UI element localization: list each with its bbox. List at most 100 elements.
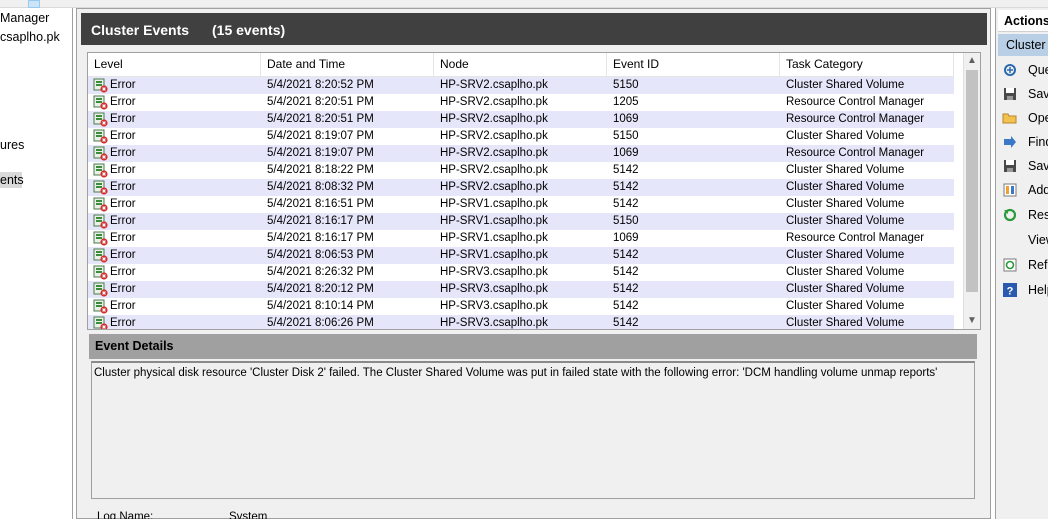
cell-level: Error (110, 96, 136, 108)
error-event-icon (93, 112, 108, 127)
cell-category: Resource Control Manager (786, 147, 925, 159)
cell-category: Cluster Shared Volume (786, 249, 905, 261)
column-header-task-category[interactable]: Task Category (780, 53, 954, 77)
table-header: Level Date and Time Node Event ID Task C… (88, 53, 954, 77)
cell-category: Cluster Shared Volume (786, 215, 905, 227)
cell-node: HP-SRV2.csaplho.pk (440, 113, 548, 125)
error-event-icon (93, 299, 108, 314)
actions-pane: Actions Cluster E Que Save Ope Find Save Add R… (995, 8, 1048, 519)
cell-node: HP-SRV2.csaplho.pk (440, 130, 548, 142)
column-header-event-id[interactable]: Event ID (607, 53, 780, 77)
cell-date: 5/4/2021 8:06:53 PM (267, 249, 374, 261)
table-row[interactable]: Error 5/4/2021 8:20:52 PM HP-SRV2.csaplho.… (88, 77, 954, 94)
toolbar-selected-button[interactable] (28, 0, 40, 8)
cell-level: Error (110, 232, 136, 244)
table-row[interactable]: Error 5/4/2021 8:06:26 PM HP-SRV3.csaplho.… (88, 315, 954, 329)
column-header-node[interactable]: Node (434, 53, 607, 77)
table-row[interactable]: Error 5/4/2021 8:19:07 PM HP-SRV2.csaplho.… (88, 145, 954, 162)
cell-date: 5/4/2021 8:08:32 PM (267, 181, 374, 193)
cell-category: Cluster Shared Volume (786, 130, 905, 142)
scroll-down-icon[interactable]: ▼ (964, 313, 980, 329)
svg-text:?: ? (1007, 286, 1014, 298)
actions-title: Actions (998, 10, 1048, 32)
cell-event-id: 1205 (613, 96, 639, 108)
error-event-icon (93, 180, 108, 195)
cell-node: HP-SRV3.csaplho.pk (440, 266, 548, 278)
error-event-icon (93, 95, 108, 110)
cell-date: 5/4/2021 8:20:51 PM (267, 113, 374, 125)
action-label: Refr (1028, 258, 1048, 272)
action-item[interactable]: Que (1002, 60, 1048, 80)
cell-level: Error (110, 266, 136, 278)
action-item[interactable]: Refr (1002, 255, 1048, 275)
save-icon (1004, 88, 1016, 100)
error-event-icon (93, 129, 108, 144)
cell-date: 5/4/2021 8:16:51 PM (267, 198, 374, 210)
action-item[interactable]: View (1002, 230, 1048, 250)
cell-level: Error (110, 215, 136, 227)
action-label: Save (1028, 87, 1048, 101)
error-event-icon (93, 78, 108, 93)
table-row[interactable]: Error 5/4/2021 8:16:17 PM HP-SRV1.csaplho.… (88, 213, 954, 230)
action-item[interactable]: Add (1002, 180, 1048, 200)
cell-node: HP-SRV1.csaplho.pk (440, 215, 548, 227)
cell-level: Error (110, 113, 136, 125)
cell-date: 5/4/2021 8:10:14 PM (267, 300, 374, 312)
table-row[interactable]: Error 5/4/2021 8:16:51 PM HP-SRV1.csaplho.… (88, 196, 954, 213)
action-item[interactable]: Find (1002, 132, 1048, 152)
cell-event-id: 1069 (613, 232, 639, 244)
navigation-tree[interactable]: Manager csaplho.pk ures ents (0, 8, 73, 519)
cell-event-id: 5150 (613, 130, 639, 142)
action-item[interactable]: Save (1002, 84, 1048, 104)
cell-event-id: 5142 (613, 181, 639, 193)
table-row[interactable]: Error 5/4/2021 8:26:32 PM HP-SRV3.csaplho.… (88, 264, 954, 281)
table-row[interactable]: Error 5/4/2021 8:16:17 PM HP-SRV1.csaplho.… (88, 230, 954, 247)
error-event-icon (93, 231, 108, 246)
cell-date: 5/4/2021 8:18:22 PM (267, 164, 374, 176)
tree-item-cluster-events[interactable]: ents (0, 172, 24, 188)
table-row[interactable]: Error 5/4/2021 8:08:32 PM HP-SRV2.csaplho.… (88, 179, 954, 196)
table-row[interactable]: Error 5/4/2021 8:06:53 PM HP-SRV1.csaplho.… (88, 247, 954, 264)
error-event-icon (93, 146, 108, 161)
table-row[interactable]: Error 5/4/2021 8:20:51 PM HP-SRV2.csaplho.… (88, 111, 954, 128)
column-header-level[interactable]: Level (88, 53, 261, 77)
cell-node: HP-SRV3.csaplho.pk (440, 300, 548, 312)
cell-category: Resource Control Manager (786, 113, 925, 125)
help-icon: ? (1003, 283, 1017, 298)
table-row[interactable]: Error 5/4/2021 8:10:14 PM HP-SRV3.csaplho.… (88, 298, 954, 315)
cell-event-id: 5142 (613, 317, 639, 329)
cell-event-id: 1069 (613, 113, 639, 125)
tree-item-cluster[interactable]: csaplho.pk (0, 29, 60, 45)
table-row[interactable]: Error 5/4/2021 8:20:12 PM HP-SRV3.csaplho.… (88, 281, 954, 298)
error-event-icon (93, 163, 108, 178)
tree-item-manager[interactable]: Manager (0, 10, 49, 26)
action-item[interactable]: Rese (1002, 205, 1048, 225)
cell-category: Cluster Shared Volume (786, 300, 905, 312)
cell-category: Cluster Shared Volume (786, 198, 905, 210)
cell-category: Cluster Shared Volume (786, 181, 905, 193)
action-label: View (1028, 233, 1048, 247)
table-row[interactable]: Error 5/4/2021 8:20:51 PM HP-SRV2.csaplho.… (88, 94, 954, 111)
scroll-thumb[interactable] (966, 70, 978, 292)
error-event-icon (93, 282, 108, 297)
table-row[interactable]: Error 5/4/2021 8:19:07 PM HP-SRV2.csaplho.… (88, 128, 954, 145)
action-label: Add (1028, 183, 1048, 197)
event-details-text: Cluster physical disk resource 'Cluster … (91, 361, 975, 499)
events-table[interactable]: Level Date and Time Node Event ID Task C… (87, 52, 981, 330)
cell-event-id: 5142 (613, 300, 639, 312)
action-item[interactable]: Ope (1002, 108, 1048, 128)
action-item[interactable]: Save (1002, 156, 1048, 176)
table-row[interactable]: Error 5/4/2021 8:18:22 PM HP-SRV2.csaplho.… (88, 162, 954, 179)
actions-subtitle[interactable]: Cluster E (998, 34, 1048, 56)
cell-category: Resource Control Manager (786, 96, 925, 108)
column-header-date[interactable]: Date and Time (261, 53, 434, 77)
cell-level: Error (110, 198, 136, 210)
tree-item-features[interactable]: ures (0, 137, 24, 153)
scroll-up-icon[interactable]: ▲ (964, 53, 980, 69)
cell-date: 5/4/2021 8:19:07 PM (267, 130, 374, 142)
panel-header: Cluster Events (15 events) (81, 13, 987, 45)
log-name-label: Log Name: (97, 511, 154, 519)
action-item[interactable]: ? Help (1002, 280, 1048, 300)
vertical-scrollbar[interactable]: ▲ ▼ (963, 53, 980, 329)
top-toolbar-strip (0, 0, 1048, 8)
